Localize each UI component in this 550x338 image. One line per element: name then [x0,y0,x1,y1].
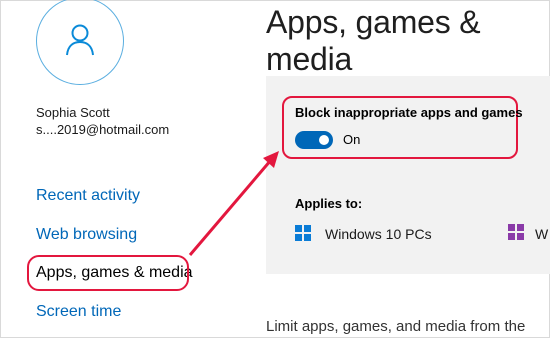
person-icon [66,24,94,56]
device-label-windows-pcs: Windows 10 PCs [325,226,432,242]
nav-item-recent-activity[interactable]: Recent activity [36,187,140,205]
page-title: Apps, games & media [266,4,481,77]
toggle-knob [319,135,329,145]
user-email: s....2019@hotmail.com [36,122,170,137]
device-label-console: W [535,226,549,242]
block-apps-setting-label: Block inappropriate apps and games [295,105,523,120]
toggle-state-label: On [343,132,361,147]
nav-item-web-browsing[interactable]: Web browsing [36,226,137,244]
windows-icon [295,225,311,241]
applies-to-label: Applies to: [295,196,363,211]
xbox-console-icon [508,224,524,240]
block-apps-toggle[interactable] [295,131,333,149]
nav-item-screen-time[interactable]: Screen time [36,303,121,321]
page-description: Limit apps, games, and media from the [266,318,526,335]
nav-highlight-annotation [27,255,189,291]
user-name: Sophia Scott [36,105,110,120]
avatar[interactable] [36,0,124,85]
